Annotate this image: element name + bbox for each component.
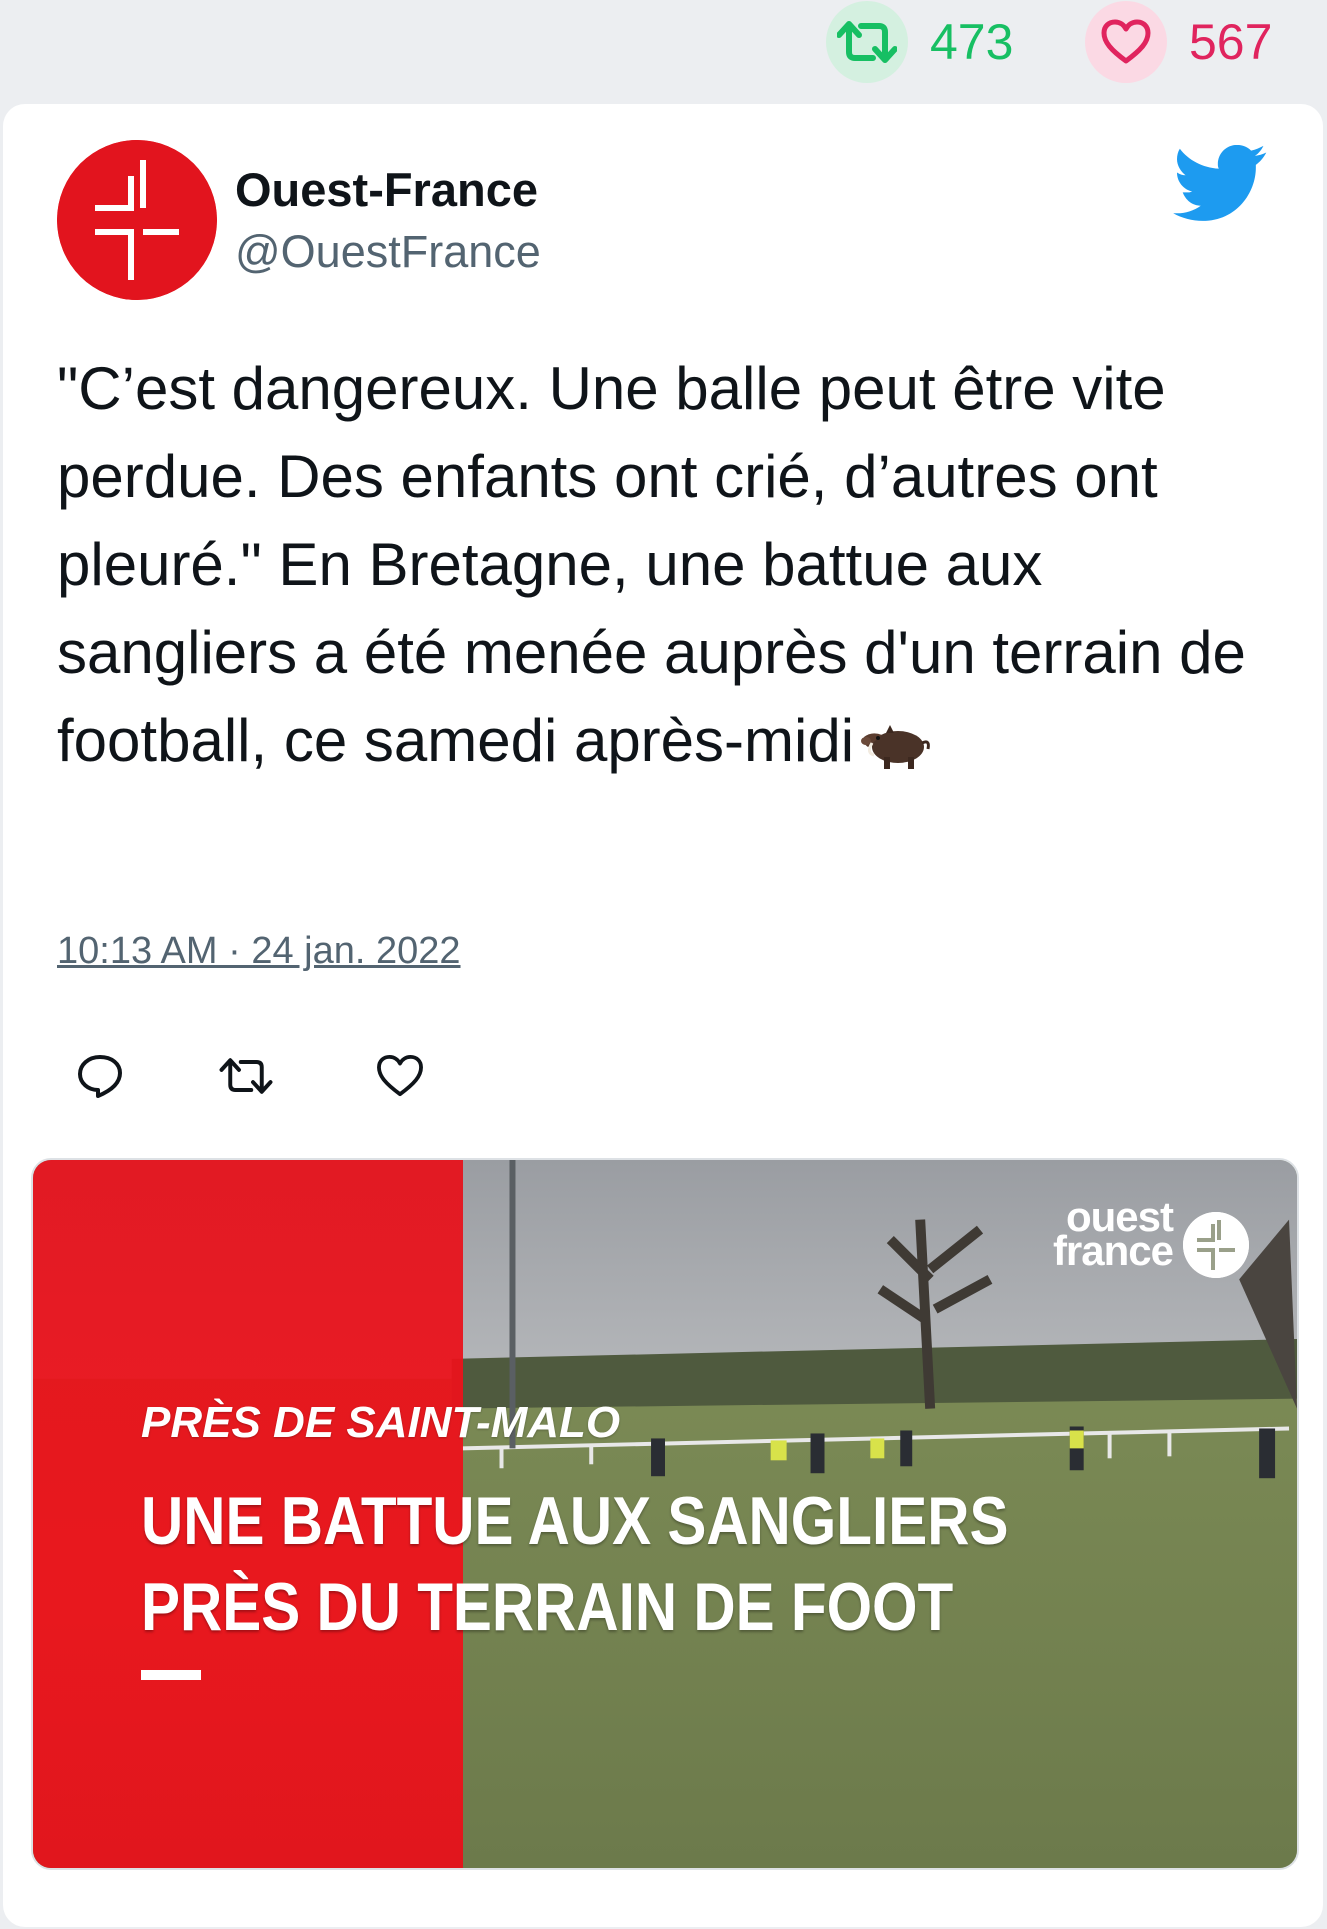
author-handle[interactable]: @OuestFrance <box>235 226 541 278</box>
media-accent-bar <box>141 1670 201 1680</box>
retweet-count: 473 <box>930 14 1014 70</box>
media-headline-line-1: UNE BATTUE AUX SANGLIERS <box>141 1483 1009 1559</box>
ouest-france-logo-icon <box>1183 1212 1249 1278</box>
like-button[interactable] <box>372 1050 428 1106</box>
logo-line-2: france <box>1052 1227 1174 1274</box>
tweet-text: "C’est dangereux. Une balle peut être vi… <box>57 345 1287 785</box>
ouest-france-logo-text: ouest france <box>1043 1196 1174 1274</box>
tweet-body: "C’est dangereux. Une balle peut être vi… <box>57 355 1263 774</box>
author-display-name[interactable]: Ouest-France <box>235 162 538 217</box>
tweet-timestamp[interactable]: 10:13 AM · 24 jan. 2022 <box>57 930 461 973</box>
retweet-stat[interactable]: 473 <box>826 0 1013 84</box>
twitter-bird-icon[interactable] <box>1173 144 1269 225</box>
retweet-icon <box>218 1055 274 1102</box>
media-kicker: PRÈS DE SAINT-MALO <box>141 1398 621 1447</box>
media-headline-line-2: PRÈS DU TERRAIN DE FOOT <box>141 1569 954 1645</box>
like-count: 567 <box>1189 14 1273 70</box>
heart-icon <box>376 1054 424 1103</box>
boar-emoji-icon <box>858 709 932 769</box>
like-stat[interactable]: 567 <box>1085 0 1272 84</box>
retweet-button[interactable] <box>218 1050 274 1106</box>
tweet-media-video[interactable]: ouest france PRÈS DE SAINT-MALO UNE BATT… <box>31 1158 1299 1870</box>
tweet-stats-bar: 473 567 <box>0 0 1327 96</box>
heart-icon <box>1085 1 1167 83</box>
avatar[interactable] <box>57 140 217 300</box>
retweet-icon <box>826 1 908 83</box>
reply-button[interactable] <box>72 1050 128 1106</box>
media-headline: UNE BATTUE AUX SANGLIERS PRÈS DU TERRAIN … <box>141 1478 1008 1650</box>
reply-icon <box>76 1053 124 1104</box>
